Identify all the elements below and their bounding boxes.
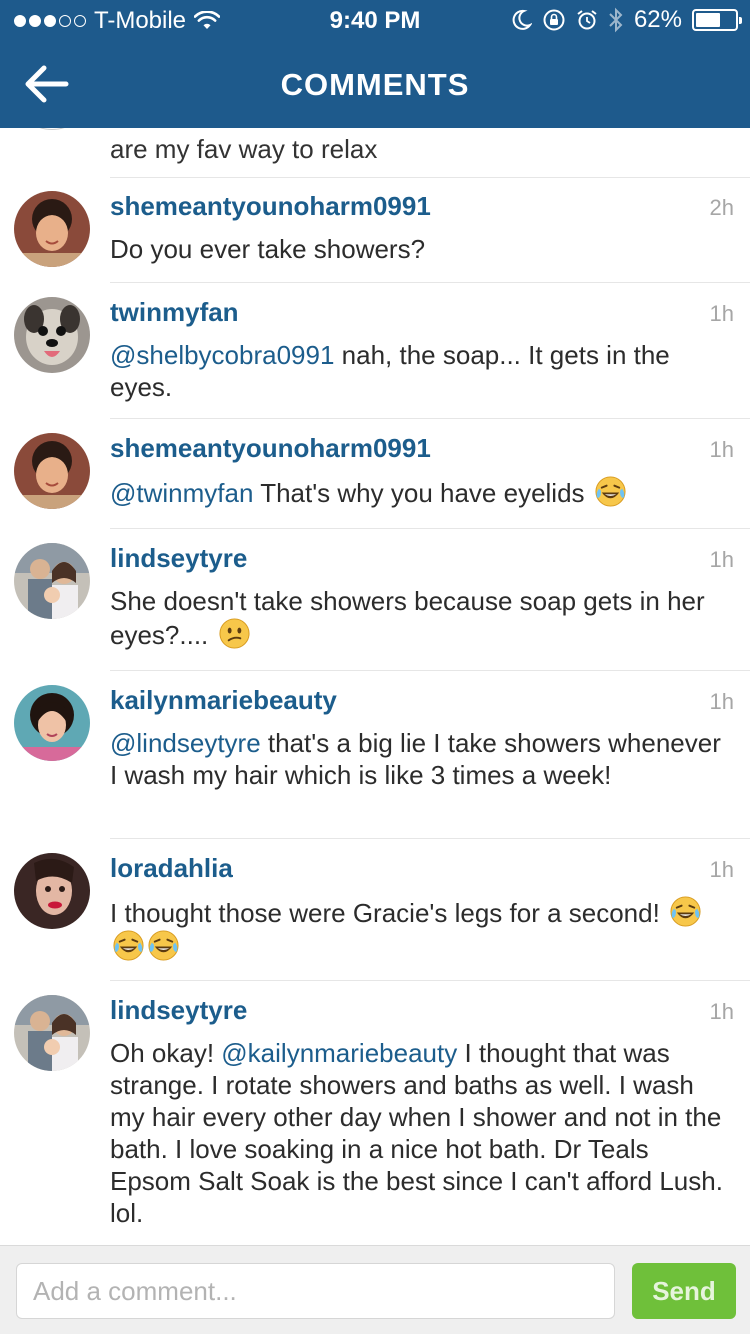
avatar[interactable] xyxy=(14,853,90,929)
confused-emoji-icon xyxy=(218,618,250,649)
avatar[interactable] xyxy=(14,433,90,509)
battery-icon xyxy=(692,9,742,31)
comment-text: @twinmyfan That's why you have eyelids xyxy=(110,475,735,509)
comment-username[interactable]: shemeantyounoharm0991 xyxy=(110,433,431,464)
laughing-crying-emoji-icon xyxy=(148,930,179,961)
status-bar: T-Mobile 9:40 PM 62% xyxy=(0,0,750,40)
mention-link[interactable]: @shelbycobra0991 xyxy=(110,340,334,370)
comment-text: Oh okay! @kailynmariebeauty I thought th… xyxy=(110,1037,735,1229)
comment-timestamp: 1h xyxy=(709,547,734,572)
comment-username[interactable]: shemeantyounoharm0991 xyxy=(110,191,431,222)
comment-timestamp: 1h xyxy=(709,437,734,462)
comment-row[interactable]: loradahlia 1h I thought those were Gracie'… xyxy=(0,839,750,981)
comment-timestamp: 1h xyxy=(709,301,734,326)
avatar[interactable] xyxy=(14,297,90,373)
mention-link[interactable]: @lindseytyre xyxy=(110,728,261,758)
comment-composer: Send xyxy=(0,1245,750,1334)
laughing-crying-emoji-icon xyxy=(595,476,626,507)
comment-list[interactable]: are my fav way to relax shemeantyounohar… xyxy=(0,128,750,1245)
comment-username[interactable]: twinmyfan xyxy=(110,297,239,328)
comment-input[interactable] xyxy=(16,1263,615,1319)
avatar[interactable] xyxy=(14,995,90,1071)
laughing-crying-emoji-icon xyxy=(670,896,701,927)
rotation-lock-icon xyxy=(543,9,565,31)
comment-text: Do you ever take showers? xyxy=(110,233,735,265)
comment-timestamp: 1h xyxy=(709,999,734,1024)
comment-text-segment: She doesn't take showers because soap ge… xyxy=(110,586,705,650)
comment-row[interactable]: shemeantyounoharm0991 1h @twinmyfan That's… xyxy=(0,419,750,529)
comment-text: I thought those were Gracie's legs for a… xyxy=(110,895,735,963)
comment-text-segment: That's why you have eyelids xyxy=(253,478,592,508)
avatar[interactable] xyxy=(14,128,90,130)
top-bar: T-Mobile 9:40 PM 62% COMMENTS xyxy=(0,0,750,128)
mention-link[interactable]: @kailynmariebeauty xyxy=(221,1038,457,1068)
comment-row[interactable]: kailynmariebeauty 1h @lindseytyre that's a… xyxy=(0,671,750,839)
comment-row[interactable]: shemeantyounoharm0991 2h Do you ever take … xyxy=(0,177,750,283)
avatar[interactable] xyxy=(14,191,90,267)
mention-link[interactable]: @twinmyfan xyxy=(110,478,253,508)
comment-text: are my fav way to relax xyxy=(110,134,378,164)
comment-text: @shelbycobra0991 nah, the soap... It get… xyxy=(110,339,735,403)
bluetooth-icon xyxy=(609,7,623,33)
comment-timestamp: 1h xyxy=(709,857,734,882)
comment-timestamp: 2h xyxy=(709,195,734,220)
laughing-crying-emoji-icon xyxy=(113,930,144,961)
comment-text-segment: I thought those were Gracie's legs for a… xyxy=(110,898,668,928)
avatar[interactable] xyxy=(14,685,90,761)
battery-percent: 62% xyxy=(633,6,682,33)
comment-row[interactable]: lindseytyre 1h She doesn't take showers be… xyxy=(0,529,750,671)
send-button[interactable]: Send xyxy=(632,1263,736,1319)
nav-bar: COMMENTS xyxy=(0,40,750,128)
comment-username[interactable]: loradahlia xyxy=(110,853,233,884)
comment-row[interactable]: twinmyfan 1h @shelbycobra0991 nah, the soa… xyxy=(0,283,750,419)
avatar[interactable] xyxy=(14,543,90,619)
comment-timestamp: 1h xyxy=(709,689,734,714)
comment-username[interactable]: lindseytyre xyxy=(110,995,247,1026)
comment-text: She doesn't take showers because soap ge… xyxy=(110,585,735,651)
comment-username[interactable]: kailynmariebeauty xyxy=(110,685,337,716)
page-title: COMMENTS xyxy=(280,67,470,102)
alarm-icon xyxy=(577,10,597,30)
comment-row[interactable]: lindseytyre 1h Oh okay! @kailynmariebeauty… xyxy=(0,981,750,1245)
comment-username[interactable]: lindseytyre xyxy=(110,543,247,574)
comment-text-segment: Oh okay! xyxy=(110,1038,222,1068)
comment-text-segment: Do you ever take showers? xyxy=(110,234,426,264)
comment-text: @lindseytyre that's a big lie I take sho… xyxy=(110,727,735,791)
moon-icon xyxy=(512,9,532,30)
